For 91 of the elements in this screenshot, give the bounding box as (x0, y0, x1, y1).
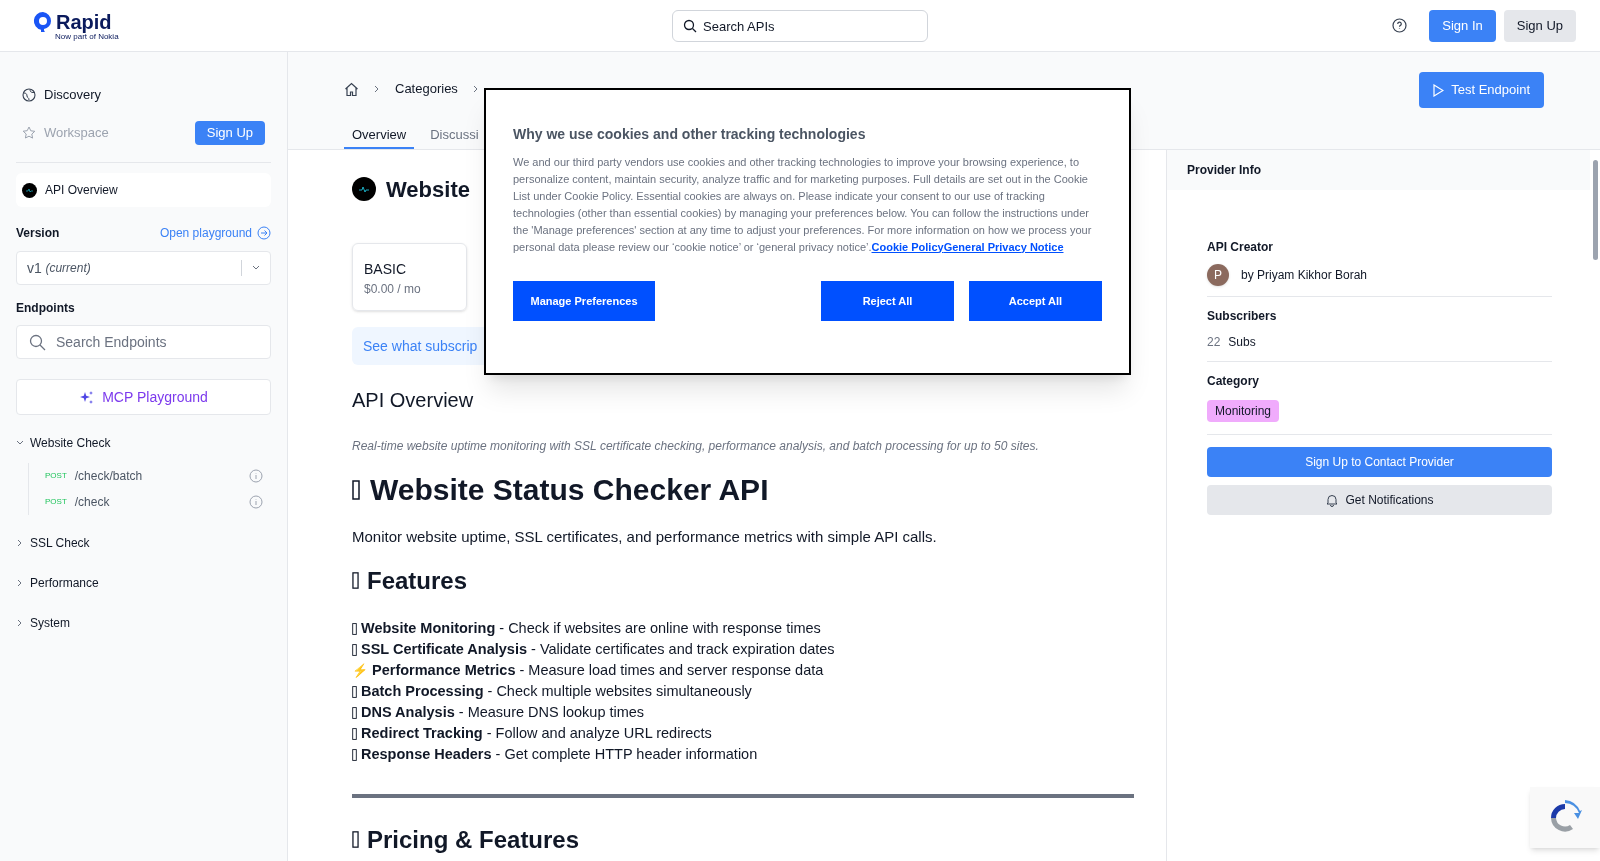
cookie-button[interactable]: Manage Preferences (513, 281, 655, 322)
category-tag[interactable]: Monitoring (1207, 400, 1280, 422)
subscriber-unit: Subs (1228, 334, 1256, 351)
field-label: Subscribers (1207, 308, 1278, 325)
cookie-button[interactable]: Accept All (969, 281, 1102, 322)
recaptcha-badge[interactable] (1530, 787, 1600, 848)
api-logo-icon (22, 182, 37, 198)
missing-glyph-icon (352, 707, 357, 719)
sign-in-button[interactable]: Sign In (1429, 9, 1496, 42)
field-label: API Creator (1207, 239, 1275, 256)
missing-glyph-icon (352, 572, 359, 589)
endpoint-group[interactable]: Performance (16, 571, 271, 595)
version-label: Version (16, 225, 60, 242)
dialog-body: We and our third party vendors use cookies and other tracking technologies to improve your browsing experience, to personalize content, maintain security, analyze traffic and for marketing purposes. Full details are set out in the Cookie List under Cookie Policy. Essential cookies are always on. Please indicate your consent to our use of tracking technologies (other than essential cookies) by managing your preferences below. You can follow the instructions under the 'Manage preferences' section at any time to adjust your preferences. For more information on how we process your personal data please review our ‘cookie notice’ or ‘general privacy notice’.Cookie PolicyGeneral Privacy Notice (513, 155, 1093, 255)
lightning-glyph: ⚡ (352, 662, 368, 681)
missing-glyph-icon (352, 728, 357, 740)
dropdown-icon (252, 264, 260, 272)
section-heading: API Overview (352, 388, 475, 413)
sign-up-button[interactable]: Sign Up (194, 121, 265, 145)
feature-item: Website Monitoring - Check if websites are online with response times (361, 619, 821, 639)
logo-tagline: Now part of Nokia (55, 32, 120, 41)
sign-up-button[interactable]: Sign Up (1503, 9, 1576, 42)
contact-provider-button[interactable]: Sign Up to Contact Provider (1207, 447, 1552, 477)
chevron-down-icon (16, 439, 24, 447)
missing-glyph-icon (352, 479, 360, 500)
search-icon (29, 333, 46, 351)
logo-icon (33, 10, 53, 33)
intro-text: Monitor website uptime, SSL certificates, and performance metrics with simple API calls. (352, 527, 938, 547)
tab[interactable]: Overview (344, 123, 415, 149)
search-icon (683, 19, 697, 33)
panel-title: Provider Info (1187, 162, 1261, 179)
missing-glyph-icon (352, 749, 357, 761)
open-playground-link[interactable]: Open playground (159, 224, 271, 242)
feature-item: DNS Analysis - Measure DNS lookup times (361, 703, 645, 723)
plan-card[interactable]: BASIC $0.00 / mo (352, 243, 467, 311)
search-endpoints-field[interactable]: Search Endpoints (16, 325, 271, 359)
search-field[interactable]: Search APIs (703, 11, 927, 41)
policy-link[interactable]: Cookie Policy (871, 240, 944, 253)
feature-item: Response Headers - Get complete HTTP header information (361, 745, 758, 765)
play-icon (1433, 83, 1445, 97)
missing-glyph-icon (352, 623, 357, 635)
chevron-right-icon (471, 85, 480, 93)
missing-glyph-icon (352, 686, 357, 698)
chevron-right-icon (16, 619, 24, 627)
sparkle-icon (79, 389, 95, 405)
api-description: Real-time website uptime monitoring with SSL certificate checking, performance analysis, and batch processing for up to 50 sites. (352, 438, 1040, 455)
endpoint-group[interactable]: SSL Check (16, 531, 271, 555)
logo-text: Rapid (56, 11, 112, 32)
endpoint-item[interactable]: POST /check/batch (45, 467, 143, 485)
feature-item: SSL Certificate Analysis - Validate certificates and track expiration dates (361, 640, 835, 660)
field-label: Category (1207, 373, 1260, 390)
creator-name: by Priyam Kikhor Borah (1241, 267, 1368, 284)
missing-glyph-icon (352, 644, 357, 656)
api-logo-icon (352, 177, 376, 201)
feature-item: Batch Processing - Check multiple websites simultaneously (361, 682, 752, 702)
mcp-playground-button[interactable]: MCP Playground (16, 379, 271, 415)
help-icon[interactable] (1392, 18, 1408, 33)
policy-link[interactable]: General Privacy Notice (943, 240, 1064, 253)
search-endpoints-field[interactable]: Search Endpoints (56, 326, 270, 358)
star-icon (22, 126, 36, 140)
endpoint-item[interactable]: POST /check (45, 493, 110, 511)
subscriber-count: 22 (1207, 334, 1221, 351)
scrollbar[interactable] (1593, 160, 1598, 260)
endpoints-label: Endpoints (16, 300, 76, 317)
cookie-button[interactable]: Reject All (821, 281, 954, 322)
chevron-right-icon (373, 85, 381, 93)
tab[interactable]: Discussi (422, 123, 487, 149)
section-heading: Features (367, 565, 468, 596)
page-heading: Website Status Checker API (370, 472, 769, 508)
search-field[interactable]: Search APIs (672, 10, 928, 42)
test-endpoint-button[interactable]: Test Endpoint (1419, 72, 1544, 108)
bell-icon (1325, 493, 1340, 507)
missing-glyph-icon (352, 831, 359, 848)
notifications-button[interactable]: Get Notifications (1207, 485, 1552, 515)
api-overview-item[interactable]: API Overview (16, 173, 271, 207)
feature-item: Performance Metrics - Measure load times and server response data (372, 661, 824, 681)
feature-item: Redirect Tracking - Follow and analyze URL redirects (361, 724, 712, 744)
version-select[interactable]: v1 (current) (16, 251, 271, 285)
chevron-right-icon (16, 539, 24, 547)
api-title: Website (386, 175, 470, 204)
section-heading: Pricing & Features (367, 824, 580, 855)
home-icon[interactable] (344, 81, 359, 97)
dialog-title: Why we use cookies and other tracking technologies (513, 125, 867, 144)
chevron-right-icon (16, 579, 24, 587)
arrow-circle-icon (257, 226, 271, 240)
nav-item[interactable]: Discovery (22, 85, 102, 105)
endpoint-group[interactable]: Website Check (16, 431, 271, 455)
avatar: P (1207, 264, 1229, 286)
endpoint-group[interactable]: System (16, 611, 271, 635)
breadcrumb-link[interactable]: Categories (395, 79, 458, 99)
globe-icon (22, 88, 36, 102)
